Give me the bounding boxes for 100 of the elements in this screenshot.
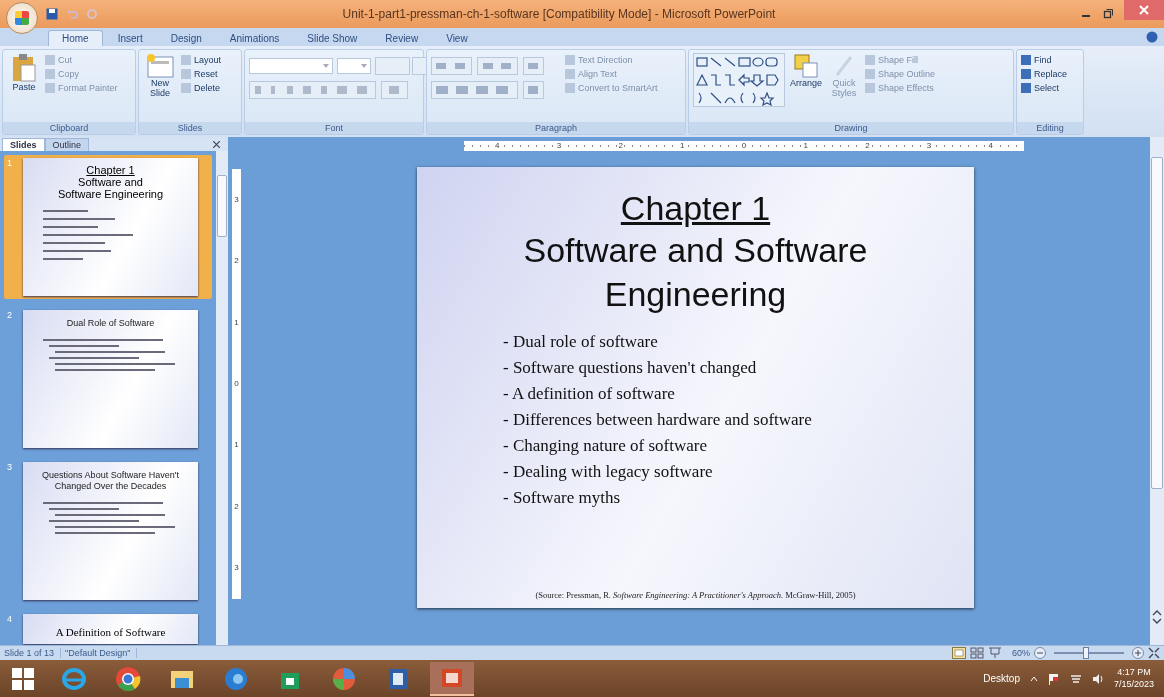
ribbon-tab[interactable]: Slide Show bbox=[294, 31, 371, 46]
scrollbar[interactable] bbox=[1150, 137, 1164, 645]
slide-thumbnail-row[interactable]: 4 A Definition of Software bbox=[4, 611, 212, 645]
clock-date[interactable]: 7/15/2023 bbox=[1113, 678, 1154, 691]
stacked-squares-icon bbox=[793, 53, 819, 79]
desktop-toolbar-label[interactable]: Desktop bbox=[983, 673, 1020, 684]
ruler-number: 3 bbox=[925, 141, 933, 151]
zoom-out-icon[interactable] bbox=[1034, 647, 1046, 659]
ribbon-button[interactable]: Find bbox=[1021, 55, 1068, 65]
group-label: Font bbox=[245, 122, 423, 134]
slide-show-icon[interactable] bbox=[988, 647, 1002, 659]
fit-window-icon[interactable] bbox=[1148, 647, 1160, 659]
bullet-point: - Changing nature of software bbox=[503, 436, 708, 457]
bullet-point: - Dealing with legacy software bbox=[503, 462, 714, 483]
ruler-number: 0 bbox=[233, 379, 240, 388]
ruler-number: 4 bbox=[987, 141, 994, 151]
group-label: Clipboard bbox=[3, 122, 135, 134]
group-label: Editing bbox=[1017, 122, 1083, 134]
ruler-number: 4 bbox=[494, 141, 501, 151]
ruler-number: 1 bbox=[233, 318, 240, 327]
ribbon-tab[interactable]: Review bbox=[372, 31, 432, 46]
thumbnail-title: Software and Software Engineering bbox=[56, 176, 165, 201]
group-label: Drawing bbox=[689, 122, 1013, 134]
ruler-number: 0 bbox=[740, 141, 748, 151]
slide-thumbnail-row[interactable]: 1 Chapter 1 Software and Software Engineering bbox=[4, 155, 212, 299]
close-button[interactable] bbox=[1124, 0, 1164, 20]
group-label: Paragraph bbox=[427, 122, 685, 134]
slide-thumbnail-row[interactable]: 2 Dual Role of Software bbox=[4, 307, 212, 451]
restore-icon[interactable] bbox=[1102, 8, 1114, 20]
ruler-number: 3 bbox=[233, 564, 240, 573]
font-size-field[interactable] bbox=[337, 58, 371, 74]
slide-title: Software and Software Engineering bbox=[522, 230, 869, 316]
ribbon-button[interactable]: Delete bbox=[181, 83, 222, 93]
office-button[interactable] bbox=[6, 2, 38, 34]
ribbon-tab[interactable]: Design bbox=[157, 31, 215, 46]
taskbar-app-button[interactable] bbox=[430, 661, 474, 696]
bullet-point: - Software questions haven't changed bbox=[503, 358, 758, 379]
slider-thumb[interactable] bbox=[1082, 647, 1089, 659]
scrollbar[interactable] bbox=[216, 151, 228, 645]
ribbon-tab[interactable]: Animations bbox=[216, 31, 293, 46]
ruler-number: 3 bbox=[233, 195, 240, 204]
normal-view-icon[interactable] bbox=[952, 647, 966, 659]
ribbon-button[interactable]: Replace bbox=[1021, 69, 1068, 79]
help-icon[interactable] bbox=[1146, 31, 1158, 43]
ribbon-button[interactable]: Reset bbox=[181, 69, 222, 79]
window-title: Unit-1-part1-pressman-ch-1-software [Compatibility Mode] - Microsoft PowerPoint bbox=[341, 7, 777, 21]
slide-heading: Chapter 1 bbox=[620, 189, 771, 228]
bullet-point: - Software myths bbox=[503, 488, 622, 509]
slide-number: 1 bbox=[7, 158, 13, 170]
arrange-button[interactable]: Arrange bbox=[789, 53, 823, 89]
pane-tab[interactable]: Slides bbox=[2, 138, 45, 151]
ribbon-tab[interactable]: View bbox=[433, 31, 481, 46]
letter-e-icon bbox=[61, 665, 87, 692]
slide-number: 2 bbox=[7, 310, 13, 322]
slide-icon bbox=[145, 53, 175, 79]
page-nav-icon[interactable] bbox=[1152, 609, 1162, 625]
bullet-point: - Dual role of software bbox=[503, 332, 659, 353]
dropdown-icon bbox=[323, 64, 329, 68]
zoom-level[interactable]: 60% bbox=[1012, 648, 1030, 658]
clipboard-icon bbox=[11, 53, 37, 83]
bullet-point: - A definition of software bbox=[503, 384, 676, 405]
ruler-number: 1 bbox=[802, 141, 809, 151]
group-label: Slides bbox=[139, 122, 241, 134]
ruler-number: 2 bbox=[617, 141, 624, 151]
ribbon-tab[interactable]: Insert bbox=[104, 31, 156, 46]
paste-button[interactable]: Paste bbox=[7, 53, 41, 93]
windows-start-icon[interactable] bbox=[12, 667, 34, 690]
bullet-point: - Differences between hardware and software bbox=[503, 410, 812, 431]
scroll-thumb[interactable] bbox=[217, 175, 227, 237]
thumbnail-title: Dual Role of Software bbox=[65, 318, 156, 329]
theme-name: "Default Design" bbox=[65, 648, 138, 658]
font-name-field[interactable] bbox=[249, 58, 333, 74]
slide-sorter-icon[interactable] bbox=[970, 647, 984, 659]
scroll-thumb[interactable] bbox=[1151, 157, 1163, 489]
speaker-icon[interactable] bbox=[1091, 672, 1104, 685]
chrome-style-icon bbox=[115, 665, 141, 692]
dropdown-icon bbox=[361, 64, 367, 68]
source-citation: (Source: Pressman, R. Software Engineering: A Practitioner's Approach. McGraw-Hill, 2005) bbox=[535, 590, 856, 600]
slide-thumbnail-row[interactable]: 3 Questions About Software Haven't Changed Over the Decades bbox=[4, 459, 212, 603]
thumbnail-title: A Definition of Software bbox=[55, 626, 166, 638]
chevron-icon[interactable] bbox=[1029, 674, 1038, 683]
ruler-number: 1 bbox=[233, 441, 240, 450]
ribbon-button[interactable]: Select bbox=[1021, 83, 1068, 93]
thumbnail-heading: Chapter 1 bbox=[86, 164, 135, 176]
close-icon[interactable] bbox=[213, 141, 220, 148]
slide-number: 4 bbox=[7, 614, 13, 626]
flag-icon[interactable] bbox=[1047, 672, 1060, 685]
new-slide-button[interactable]: New Slide bbox=[143, 53, 177, 99]
ribbon-tab[interactable]: Home bbox=[48, 30, 103, 46]
clock-time[interactable]: 4:17 PM bbox=[1117, 666, 1151, 679]
ribbon-button[interactable]: Layout bbox=[181, 55, 222, 65]
pane-tab[interactable]: Outline bbox=[44, 138, 90, 151]
thumbnail-title: Questions About Software Haven't Changed Over the Decades bbox=[41, 470, 180, 492]
network-icon[interactable] bbox=[1069, 672, 1082, 685]
ruler-number: 2 bbox=[864, 141, 871, 151]
zoom-in-icon[interactable] bbox=[1132, 647, 1144, 659]
shapes-gallery[interactable] bbox=[693, 53, 785, 107]
slide-counter: Slide 1 of 13 bbox=[4, 648, 62, 658]
save-icon[interactable] bbox=[46, 8, 58, 20]
circle-icon bbox=[223, 665, 249, 692]
